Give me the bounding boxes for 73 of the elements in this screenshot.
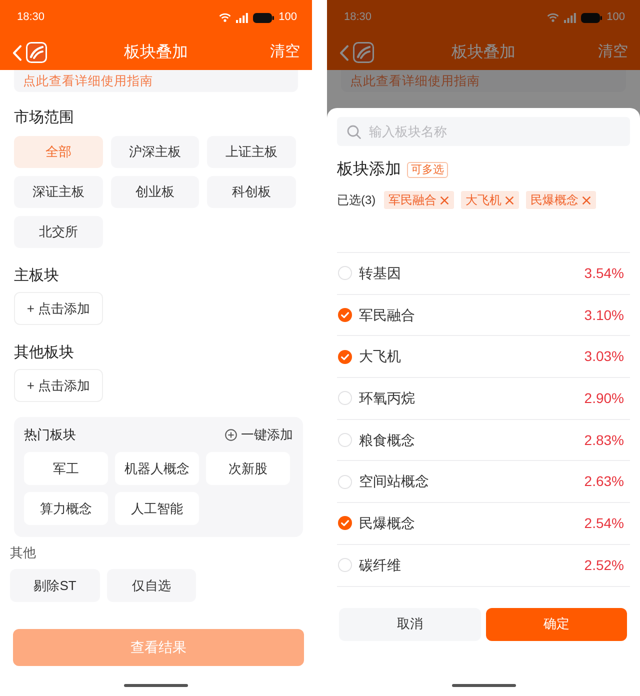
add-sector-button[interactable]: + 点击添加 bbox=[14, 292, 103, 325]
market-option[interactable]: 科创板 bbox=[207, 176, 296, 208]
hot-sector-option[interactable]: 算力概念 bbox=[24, 492, 108, 525]
cancel-button[interactable]: 取消 bbox=[339, 608, 481, 640]
market-option[interactable]: 上证主板 bbox=[207, 136, 296, 168]
close-icon[interactable] bbox=[440, 196, 449, 204]
home-indicator bbox=[452, 684, 516, 687]
change-percent: 3.54% bbox=[584, 264, 624, 283]
change-percent: 2.63% bbox=[584, 472, 624, 492]
sector-name[interactable]: 空间站概念 bbox=[359, 471, 429, 492]
back-icon[interactable] bbox=[339, 44, 349, 60]
sheet-title: 板块添加 bbox=[337, 160, 401, 180]
battery-level: 100 bbox=[606, 10, 625, 26]
change-percent: 2.90% bbox=[584, 388, 624, 408]
panel-title: 热门板块 bbox=[24, 427, 76, 443]
sector-name[interactable]: 粮食概念 bbox=[359, 430, 415, 451]
page-title: 板块叠加 bbox=[452, 44, 516, 60]
market-option[interactable]: 沪深主板 bbox=[110, 136, 199, 168]
hot-sector-option[interactable]: 机器人概念 bbox=[115, 452, 199, 485]
add-all-button[interactable]: 一键添加 bbox=[225, 427, 293, 443]
checkbox[interactable] bbox=[338, 350, 352, 364]
add-icon bbox=[225, 429, 237, 441]
signal-icon bbox=[236, 12, 248, 22]
checkbox[interactable] bbox=[338, 474, 352, 489]
selected-count: 已选(3) bbox=[337, 192, 376, 209]
checkbox[interactable] bbox=[338, 558, 352, 572]
status-time: 18:30 bbox=[344, 10, 372, 26]
wifi-icon bbox=[546, 13, 559, 22]
multi-select-tag: 可多选 bbox=[407, 162, 448, 178]
change-percent: 3.03% bbox=[584, 347, 624, 366]
change-percent: 2.54% bbox=[584, 514, 624, 533]
filter-option[interactable]: 剔除ST bbox=[10, 569, 100, 602]
section-title: 主板块 bbox=[14, 267, 59, 284]
close-icon[interactable] bbox=[582, 196, 591, 204]
checkbox[interactable] bbox=[338, 516, 352, 530]
change-percent: 3.10% bbox=[584, 306, 624, 325]
add-sector-button[interactable]: + 点击添加 bbox=[14, 369, 103, 402]
sector-name[interactable]: 环氧丙烷 bbox=[359, 388, 415, 409]
wifi-icon bbox=[218, 13, 231, 22]
status-time: 18:30 bbox=[17, 10, 45, 26]
change-percent: 2.83% bbox=[584, 430, 624, 450]
sector-name[interactable]: 大飞机 bbox=[359, 346, 401, 368]
sector-name[interactable]: 民爆概念 bbox=[359, 512, 415, 534]
search-field[interactable]: 输入板块名称 bbox=[337, 117, 630, 146]
section-title: 市场范围 bbox=[14, 109, 74, 126]
back-icon[interactable] bbox=[12, 44, 22, 60]
checkbox[interactable] bbox=[338, 266, 352, 280]
checkbox[interactable] bbox=[338, 308, 352, 322]
market-option[interactable]: 创业板 bbox=[110, 176, 199, 208]
battery-level: 100 bbox=[278, 10, 297, 26]
hot-sector-option[interactable]: 人工智能 bbox=[115, 492, 199, 525]
market-option[interactable]: 北交所 bbox=[14, 216, 102, 248]
battery-icon bbox=[580, 12, 602, 22]
logo-icon bbox=[353, 42, 374, 63]
battery-icon bbox=[252, 12, 274, 22]
logo-icon bbox=[26, 42, 47, 63]
home-indicator bbox=[124, 684, 188, 687]
filter-option[interactable]: 仅自选 bbox=[107, 569, 196, 602]
page-title: 板块叠加 bbox=[124, 44, 188, 60]
hot-sector-option[interactable]: 次新股 bbox=[206, 452, 290, 485]
sector-name[interactable]: 军民融合 bbox=[359, 304, 415, 326]
sector-name[interactable]: 碳纤维 bbox=[359, 554, 401, 576]
sector-name[interactable]: 转基因 bbox=[359, 262, 401, 284]
change-percent: 2.52% bbox=[584, 556, 624, 575]
section-title: 其他 bbox=[10, 545, 36, 560]
section-title: 其他板块 bbox=[14, 344, 74, 361]
market-option[interactable]: 深证主板 bbox=[14, 176, 102, 208]
checkbox[interactable] bbox=[338, 433, 352, 448]
hot-sector-option[interactable]: 军工 bbox=[24, 452, 108, 485]
checkbox[interactable] bbox=[338, 391, 352, 406]
close-icon[interactable] bbox=[504, 196, 514, 204]
search-icon bbox=[347, 124, 361, 138]
signal-icon bbox=[564, 12, 576, 22]
